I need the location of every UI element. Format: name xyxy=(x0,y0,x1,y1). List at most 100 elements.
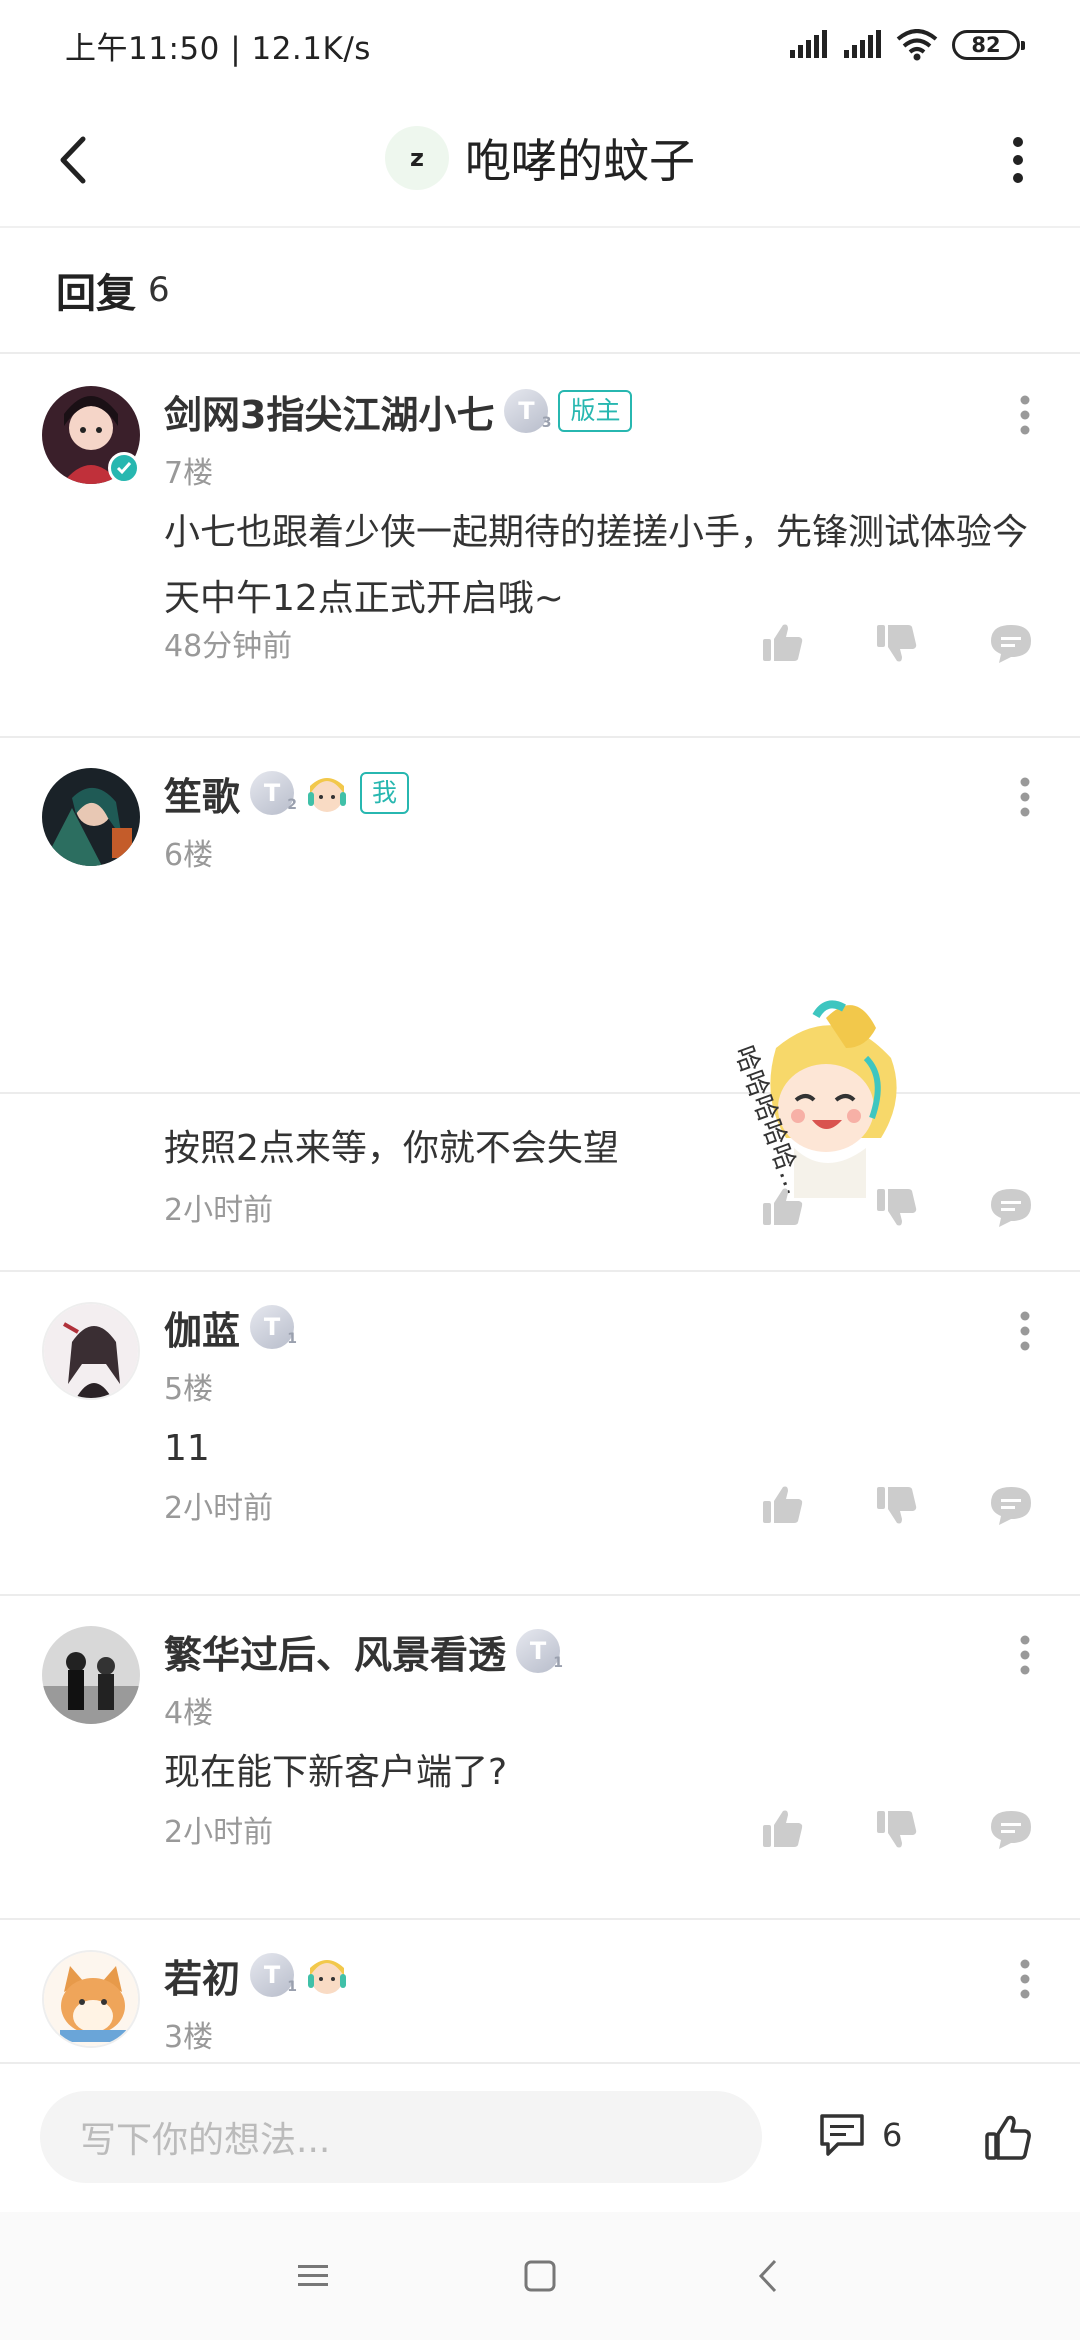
thumbs-up-icon xyxy=(763,1188,803,1225)
username[interactable]: 伽蓝 xyxy=(164,1300,240,1355)
comment-more-button[interactable] xyxy=(1000,390,1050,440)
reply-button[interactable] xyxy=(988,1184,1034,1230)
avatar[interactable] xyxy=(42,1302,140,1400)
floor-number: 5楼 xyxy=(164,1372,214,1407)
thumbs-down-icon xyxy=(877,1189,917,1226)
level-badge-icon: T1 xyxy=(516,1629,563,1673)
like-button[interactable] xyxy=(760,1806,806,1852)
like-button[interactable] xyxy=(760,1184,806,1230)
more-vertical-icon xyxy=(1020,395,1030,435)
comment-text: 11 xyxy=(164,1428,210,1469)
comment-time: 2小时前 xyxy=(164,1815,274,1850)
home-button[interactable] xyxy=(510,2246,570,2306)
username[interactable]: 若初 xyxy=(164,1948,240,2003)
reply-label: 回复 xyxy=(56,271,136,317)
battery-icon: 82 xyxy=(952,30,1025,60)
like-button[interactable] xyxy=(760,620,806,666)
comment-more-button[interactable] xyxy=(1000,772,1050,822)
dislike-button[interactable] xyxy=(874,620,920,666)
like-button[interactable] xyxy=(760,1482,806,1528)
comment-count: 6 xyxy=(882,2116,903,2154)
level-badge-icon: T2 xyxy=(250,771,298,815)
thumbs-up-icon xyxy=(763,624,803,661)
chevron-left-icon xyxy=(758,2259,776,2293)
level-badge-icon: T1 xyxy=(250,1953,297,1997)
avatar[interactable] xyxy=(42,1626,140,1724)
system-nav-bar xyxy=(0,2212,1080,2340)
more-vertical-icon xyxy=(1020,777,1030,817)
battery-level: 82 xyxy=(971,33,1001,57)
list-item: 剑网3指尖江湖小七 T3 版主 7楼 小七也跟着少侠一起期待的搓搓小手，先锋测试… xyxy=(0,356,1080,738)
square-icon xyxy=(524,2260,556,2292)
floor-number: 3楼 xyxy=(164,2020,214,2055)
floor-number: 7楼 xyxy=(164,456,214,491)
comments-button[interactable]: 6 xyxy=(818,2112,902,2158)
comment-footer: 2小时前 xyxy=(164,1806,1040,1852)
comment-footer: 48分钟前 xyxy=(164,620,1040,666)
floor-number: 6楼 xyxy=(164,838,214,873)
comment-list: 剑网3指尖江湖小七 T3 版主 7楼 小七也跟着少侠一起期待的搓搓小手，先锋测试… xyxy=(0,356,1080,2055)
username[interactable]: 剑网3指尖江湖小七 xyxy=(164,384,494,439)
thumbs-up-icon xyxy=(763,1486,803,1523)
reply-button[interactable] xyxy=(988,1482,1034,1528)
self-badge: 我 xyxy=(360,772,410,814)
comment-icon xyxy=(820,2114,864,2156)
header: z 咆哮的蚊子 xyxy=(0,90,1080,228)
comment-text: 按照2点来等，你就不会失望 xyxy=(164,1128,619,1169)
list-item: 笙歌 T2 我 6楼 哈哈哈哈哈… 按照2点来等，你就不会失望 xyxy=(0,738,1080,1199)
comment-footer: 2小时前 xyxy=(164,1184,1040,1230)
dislike-button[interactable] xyxy=(874,1482,920,1528)
list-item: 繁华过后、风景看透 T1 4楼 现在能下新客户端了? 2小时前 xyxy=(0,1596,1080,1920)
level-number: 2 xyxy=(287,797,298,813)
reply-button[interactable] xyxy=(988,620,1034,666)
reply-button[interactable] xyxy=(988,1806,1034,1852)
wifi-icon xyxy=(896,29,938,61)
thumbs-up-icon xyxy=(763,1810,803,1847)
system-back-button[interactable] xyxy=(737,2246,797,2306)
dislike-button[interactable] xyxy=(874,1806,920,1852)
comment-text: 现在能下新客户端了? xyxy=(164,1752,508,1793)
signal-icon xyxy=(844,30,881,58)
back-button[interactable] xyxy=(40,128,104,192)
thumbs-down-icon xyxy=(877,1811,917,1848)
post-author[interactable]: z 咆哮的蚊子 xyxy=(385,125,695,191)
level-number: 1 xyxy=(287,1331,298,1347)
dislike-button[interactable] xyxy=(874,1184,920,1230)
verified-icon xyxy=(108,452,140,484)
status-bar: 上午11:50 | 12.1K/s 82 xyxy=(0,0,1080,90)
comment-icon xyxy=(991,1189,1031,1227)
comment-more-button[interactable] xyxy=(1000,1954,1050,2004)
moderator-badge: 版主 xyxy=(558,390,633,432)
avatar[interactable] xyxy=(42,1950,140,2048)
username[interactable]: 繁华过后、风景看透 xyxy=(164,1624,506,1679)
level-number: 3 xyxy=(541,415,552,431)
like-post-button[interactable] xyxy=(980,2110,1036,2166)
comment-more-button[interactable] xyxy=(1000,1630,1050,1680)
more-vertical-icon xyxy=(1020,1959,1030,1999)
reply-count: 6 xyxy=(148,270,170,310)
list-item: 伽蓝 T1 5楼 11 2小时前 xyxy=(0,1272,1080,1596)
menu-icon xyxy=(298,2265,329,2286)
comment-time: 2小时前 xyxy=(164,1193,274,1228)
level-badge-icon: T3 xyxy=(504,389,551,433)
more-button[interactable] xyxy=(986,128,1050,192)
username[interactable]: 笙歌 xyxy=(164,766,240,821)
status-icons: 82 xyxy=(788,29,1025,61)
page-title: 咆哮的蚊子 xyxy=(465,134,695,188)
more-vertical-icon xyxy=(1020,1635,1030,1675)
list-item: 若初 T1 3楼 xyxy=(0,1920,1080,2060)
thumbs-up-icon xyxy=(985,2115,1031,2160)
comment-time: 2小时前 xyxy=(164,1491,274,1526)
level-badge-icon: T1 xyxy=(250,1305,298,1349)
menu-button[interactable] xyxy=(283,2246,343,2306)
avatar[interactable] xyxy=(42,768,140,866)
comment-text: 小七也跟着少侠一起期待的搓搓小手，先锋测试体验今天中午12点正式开启哦~ xyxy=(164,512,1029,619)
more-vertical-icon xyxy=(1020,1311,1030,1351)
reply-count-bar: 回复 6 xyxy=(0,228,1080,354)
signal-icon xyxy=(790,30,827,58)
comment-more-button[interactable] xyxy=(1000,1306,1050,1356)
comment-icon xyxy=(991,625,1031,663)
author-avatar[interactable]: z xyxy=(385,126,449,190)
comment-input[interactable]: 写下你的想法... xyxy=(40,2091,762,2183)
comment-icon xyxy=(991,1811,1031,1849)
